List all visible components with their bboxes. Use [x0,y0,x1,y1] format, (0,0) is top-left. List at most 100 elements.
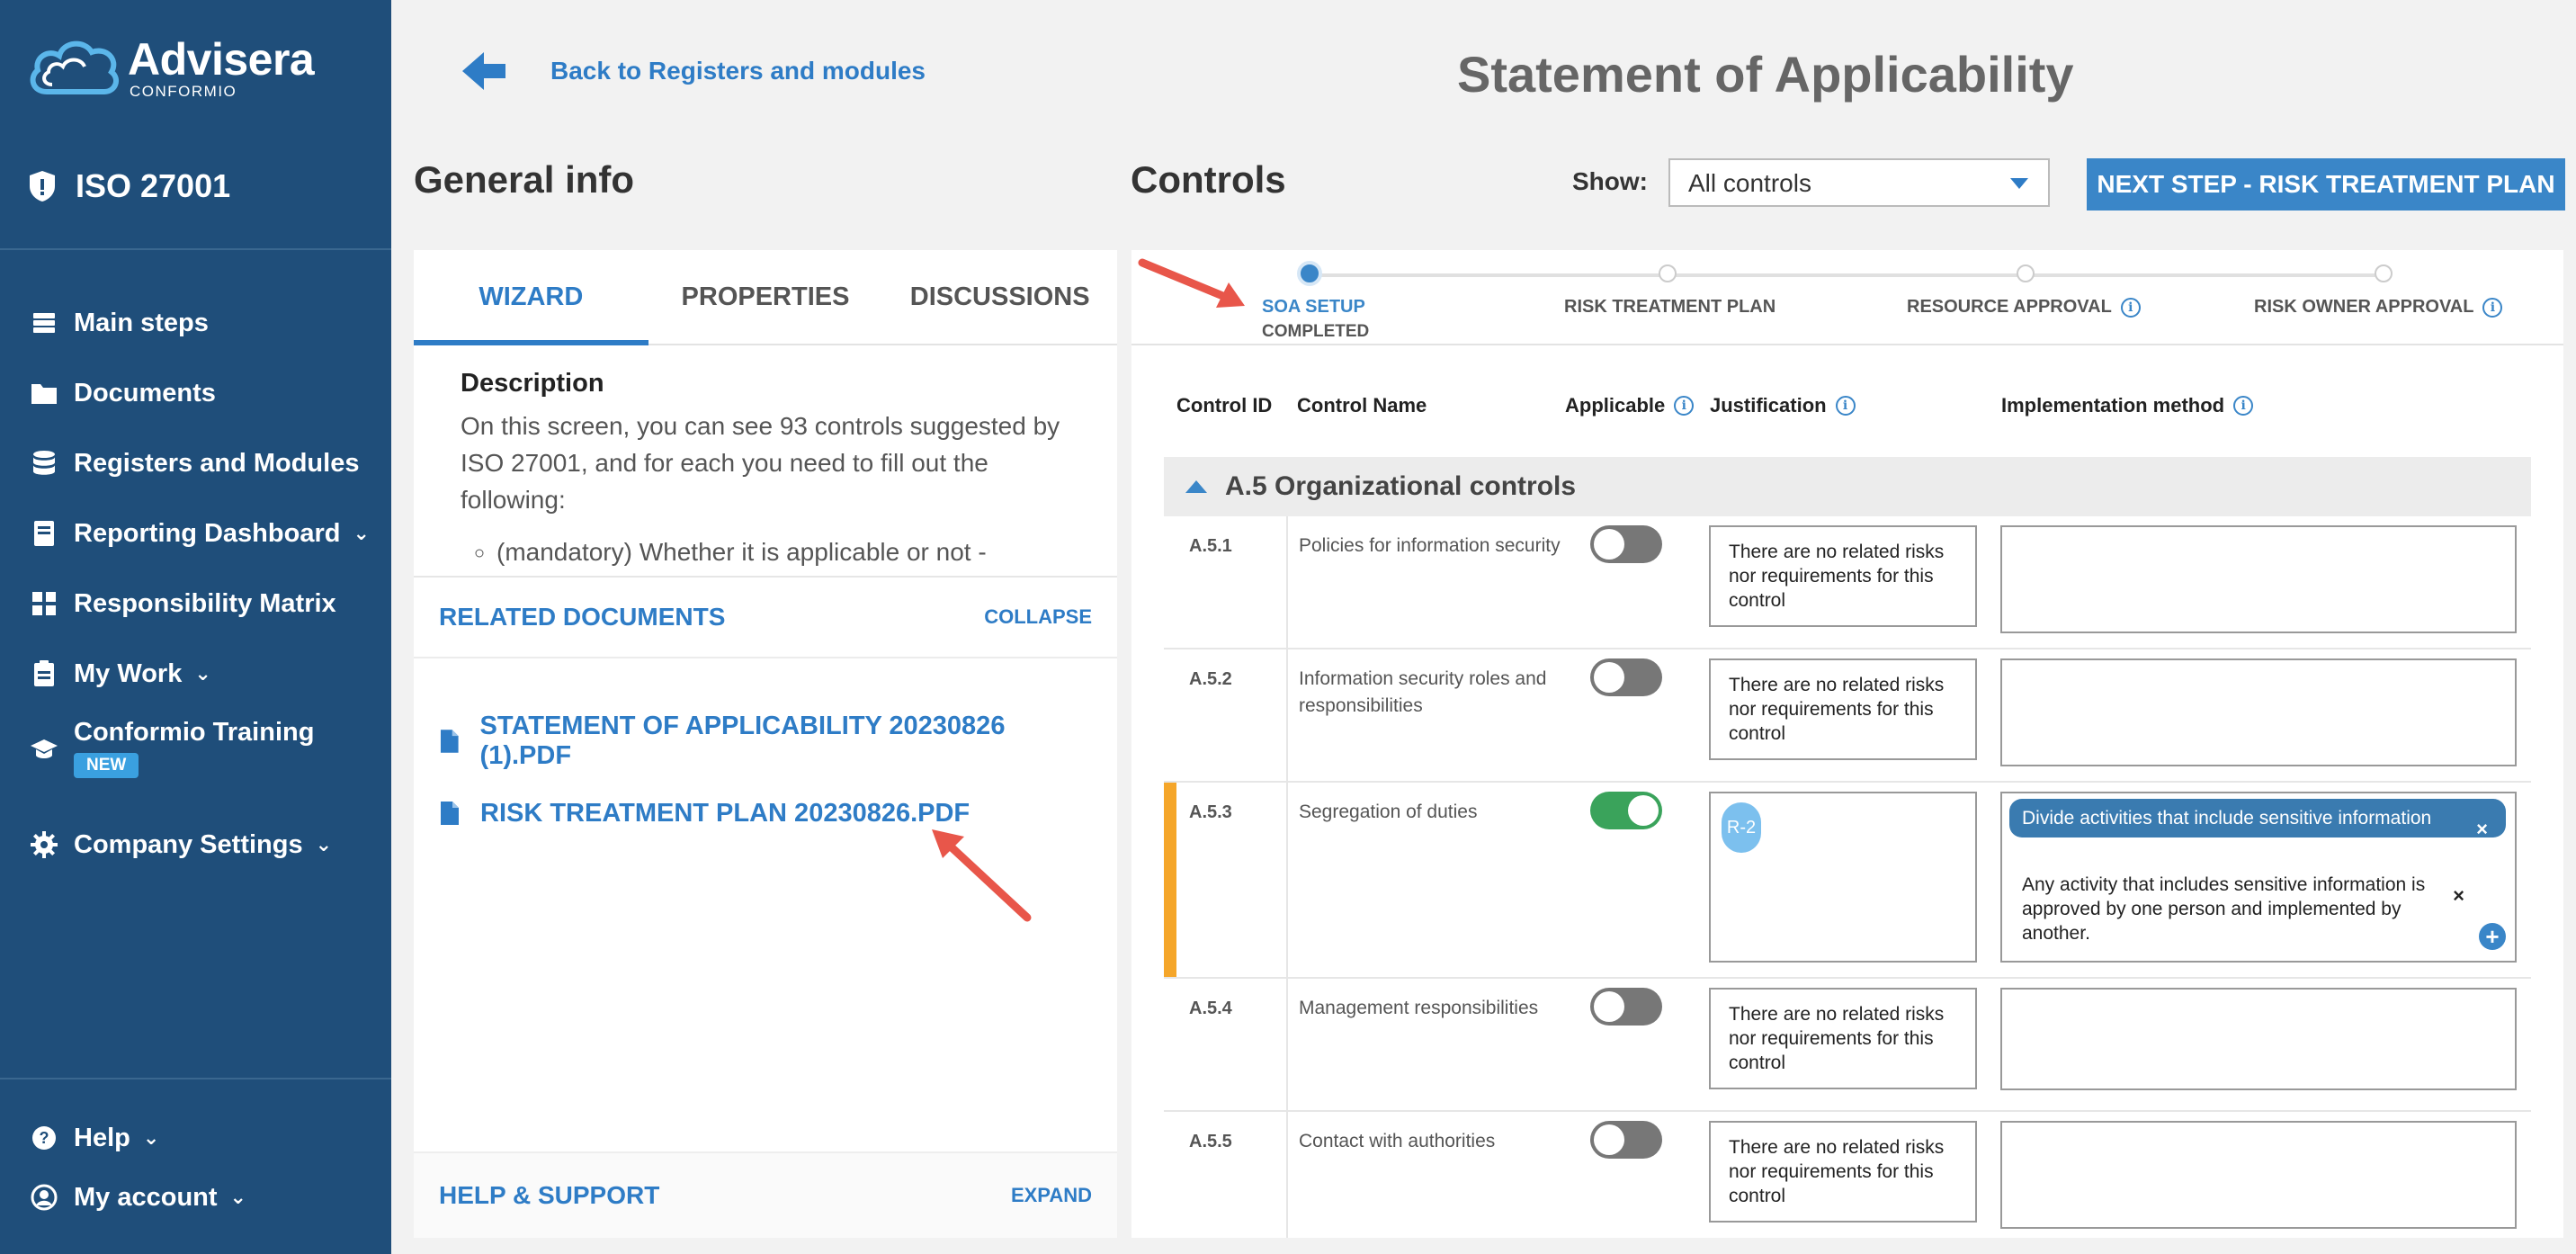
close-icon[interactable]: × [2476,817,2488,841]
step-dot-active[interactable] [1297,261,1322,286]
next-step-button[interactable]: NEXT STEP - RISK TREATMENT PLAN [2087,158,2565,210]
implementation-text[interactable]: Any activity that includes sensitive inf… [2009,873,2506,945]
nav-main-steps[interactable]: Main steps [29,288,370,358]
standard-label: ISO 27001 [76,167,231,204]
info-icon[interactable]: i [2120,297,2141,318]
svg-text:?: ? [40,1129,49,1147]
step-risk-owner-approval[interactable]: RISK OWNER APPROVAL i [2254,297,2503,318]
back-link[interactable]: Back to Registers and modules [461,50,926,92]
applicable-toggle[interactable] [1590,988,1662,1026]
tab-wizard[interactable]: WIZARD [414,250,648,345]
applicable-toggle[interactable] [1590,658,1662,696]
risk-chip[interactable]: R-2 [1722,802,1761,853]
control-name: Segregation of duties [1299,802,1478,822]
controls-panel: SOA SETUP COMPLETED RISK TREATMENT PLAN … [1131,250,2563,1238]
stepper-line [1310,273,2387,277]
justification-field[interactable]: There are no related risks nor requireme… [1709,525,1977,627]
table-row: A.5.3 Segregation of duties R-2 Divide a… [1164,783,2531,979]
implementation-chip-label: Divide activities that include sensitive… [2022,808,2432,829]
control-id: A.5.1 [1189,536,1232,556]
applicable-toggle[interactable] [1590,525,1662,563]
control-group-row[interactable]: A.5 Organizational controls [1164,457,2531,516]
nav-reporting[interactable]: Reporting Dashboard ⌄ [29,498,370,569]
show-filter-select[interactable]: All controls [1668,158,2050,207]
help-icon: ? [29,1123,59,1153]
step-dot[interactable] [1659,264,1677,282]
help-support-title: HELP & SUPPORT [439,1181,660,1209]
sidebar-divider [0,1078,391,1079]
implementation-field[interactable] [2000,1121,2517,1229]
tab-properties[interactable]: PROPERTIES [648,250,883,344]
table-row: A.5.4 Management responsibilities There … [1164,979,2531,1112]
control-name: Policies for information security [1299,535,1561,556]
implementation-chip[interactable]: Divide activities that include sensitive… [2009,799,2506,840]
nav-help[interactable]: ? Help ⌄ [29,1108,246,1168]
step-resource-approval[interactable]: RESOURCE APPROVAL i [1907,297,2141,318]
implementation-field[interactable]: Divide activities that include sensitive… [2000,792,2517,963]
nav-company-label: Company Settings [74,829,303,859]
nav-registers[interactable]: Registers and Modules [29,428,370,498]
close-icon[interactable]: × [2453,883,2464,908]
general-info-panel: WIZARD PROPERTIES DISCUSSIONS Descriptio… [414,250,1117,1238]
col-applicable-label: Applicable [1565,394,1666,417]
nav-registers-label: Registers and Modules [74,448,360,478]
step-soa-setup[interactable]: SOA SETUP [1262,297,1365,318]
info-icon[interactable]: i [2233,396,2254,416]
user-circle-icon [29,1182,59,1213]
brand-name: Advisera [128,34,315,85]
step-dot[interactable] [2375,264,2393,282]
standard-selector[interactable]: ISO 27001 [29,167,230,205]
info-icon[interactable]: i [1674,396,1695,416]
sidebar: Advisera CONFORMIO ISO 27001 Main steps … [0,0,391,1254]
chevron-down-icon: ⌄ [142,1126,160,1149]
justification-field[interactable]: There are no related risks nor requireme… [1709,1121,1977,1223]
nav-my-work[interactable]: My Work ⌄ [29,639,370,709]
new-badge: NEW [74,753,139,778]
description-title: Description [461,369,604,398]
sidebar-nav: Main steps Documents Registers and Modul… [29,288,370,880]
sidebar-divider [0,248,391,250]
tab-discussions[interactable]: DISCUSSIONS [882,250,1117,344]
expand-link[interactable]: EXPAND [1011,1184,1092,1207]
col-applicable: Applicable i [1565,394,1695,417]
nav-documents[interactable]: Documents [29,358,370,428]
file-icon [441,802,459,825]
implementation-field[interactable] [2000,525,2517,633]
applicable-toggle[interactable] [1590,792,1662,829]
arrow-left-icon [462,52,505,90]
table-row: A.5.2 Information security roles and res… [1164,649,2531,783]
collapse-link[interactable]: COLLAPSE [984,605,1092,629]
nav-training[interactable]: Conformio Training NEW [29,709,370,810]
table-row: A.5.5 Contact with authorities There are… [1164,1112,2531,1238]
implementation-field[interactable] [2000,988,2517,1090]
gear-icon [29,829,59,860]
control-id: A.5.2 [1189,669,1232,689]
step-dot[interactable] [2017,264,2035,282]
folder-icon [29,378,59,408]
grid-icon [29,588,59,619]
add-icon[interactable]: + [2479,923,2506,950]
justification-field[interactable]: There are no related risks nor requireme… [1709,658,1977,760]
description-section: Description On this screen, you can see … [414,345,1117,576]
step-risk-treatment[interactable]: RISK TREATMENT PLAN [1564,297,1775,318]
implementation-field[interactable] [2000,658,2517,766]
document-link[interactable]: STATEMENT OF APPLICABILITY 20230826 (1).… [439,705,1092,777]
advisera-logo[interactable]: Advisera CONFORMIO [25,32,315,104]
nav-my-work-label: My Work [74,658,183,688]
info-icon[interactable]: i [1835,396,1856,416]
nav-responsibility-label: Responsibility Matrix [74,588,336,618]
justification-field[interactable]: There are no related risks nor requireme… [1709,988,1977,1089]
col-implementation: Implementation method i [2001,394,2254,417]
nav-responsibility[interactable]: Responsibility Matrix [29,569,370,639]
stack-icon [29,308,59,338]
applicable-toggle[interactable] [1590,1121,1662,1159]
caret-down-icon [2010,178,2028,189]
info-icon[interactable]: i [2482,297,2503,318]
chevron-down-icon: ⌄ [229,1186,246,1208]
col-justification-label: Justification [1710,394,1827,417]
show-filter-value: All controls [1688,169,1811,197]
justification-field[interactable]: R-2 [1709,792,1977,963]
nav-company-settings[interactable]: Company Settings ⌄ [29,810,370,880]
nav-account[interactable]: My account ⌄ [29,1168,246,1227]
control-id: A.5.4 [1189,999,1232,1018]
